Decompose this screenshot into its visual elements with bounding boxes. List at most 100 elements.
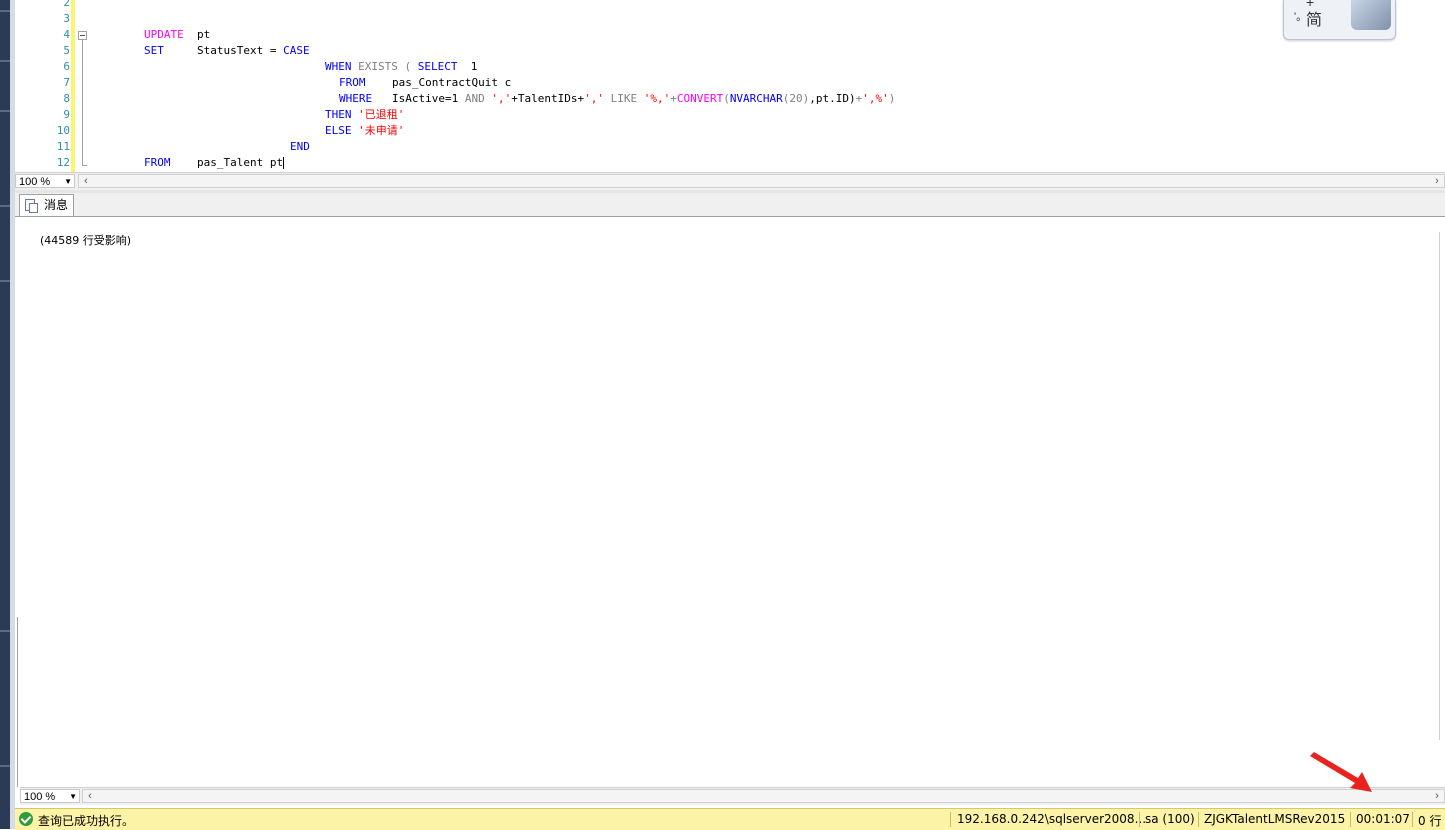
frame-tick [0,280,10,282]
scroll-right-icon[interactable]: › [1430,790,1444,802]
rows-affected-message: (44589 行受影响) [40,234,132,247]
editor-footer: 100 % ▼ ‹ › [15,172,1445,191]
messages-pane[interactable]: (44589 行受影响) [20,217,1439,786]
code-line[interactable]: FROM pas_Talent pt [144,155,285,171]
scroll-left-icon[interactable]: ‹ [83,790,97,802]
code-token: ',' [491,92,512,105]
code-token: ',' [584,92,604,105]
code-token: FROM [144,156,171,169]
code-line[interactable]: WHEN EXISTS ( SELECT 1 [325,59,477,75]
scroll-right-icon[interactable]: › [1430,175,1444,187]
code-token: '%,' [643,92,671,105]
outline-guide-end [82,165,87,166]
code-line[interactable]: SET StatusText = CASE [144,43,310,59]
status-separator [1350,812,1351,827]
line-number: 12 [56,156,70,169]
code-token: END [290,140,310,153]
code-token: '已退租' [351,108,405,121]
text-cursor [283,157,285,169]
code-token: SET [144,44,164,57]
code-token: pas_ContractQuit c [365,76,512,89]
line-number: 6 [63,60,70,73]
success-check-icon [19,812,33,826]
query-editor[interactable]: 2 3 4 5 6 7 8 9 10 11 12 UPDATE pt SET St… [15,0,1445,172]
code-token: UPDATE [144,28,184,41]
tab-messages-label: 消息 [44,198,69,212]
line-number: 10 [56,124,70,137]
editor-horizontal-scrollbar[interactable]: ‹ › [78,174,1445,188]
code-token: ) [888,92,896,105]
code-token: LIKE [603,92,644,105]
messages-vertical-scrollbar[interactable] [1439,232,1445,740]
query-status-text: 查询已成功执行。 [38,814,135,828]
results-footer: 100 % ▼ ‹ › [20,787,1445,805]
scroll-left-icon[interactable]: ‹ [79,175,93,187]
line-number: 8 [63,92,70,105]
line-number: 3 [63,12,70,25]
outline-guide [82,40,83,166]
frame-tick [0,110,10,112]
tab-messages[interactable]: 消息 [19,194,74,216]
ime-simplified-toggle[interactable]: 简 [1306,6,1322,30]
code-token: EXISTS [351,60,398,73]
status-separator [1198,812,1199,827]
line-number: 11 [56,140,70,153]
status-separator [1412,812,1413,827]
code-token: pas_Talent pt [170,156,284,169]
code-token: NVARCHAR [729,92,783,105]
status-separator [950,812,951,827]
frame-tick [0,765,10,767]
code-token: ( [723,92,730,105]
code-token: WHERE [339,92,373,105]
code-token: StatusText = [163,44,284,57]
frame-tick [0,60,10,62]
editor-zoom-select[interactable]: 100 % ▼ [15,174,75,188]
code-line[interactable]: END [290,139,310,155]
code-token: ,pt.ID) [809,92,856,105]
code-line[interactable]: FROM pas_ContractQuit c [339,75,511,91]
messages-icon [25,199,38,213]
line-number: 5 [63,44,70,57]
code-token: AND [464,92,485,105]
results-zoom-value: 100 % [24,791,56,803]
server-name: 192.168.0.242\sqlserver2008... [957,812,1147,826]
code-token: ',%' [862,92,889,105]
line-number: 2 [63,0,70,9]
frame-tick [0,630,10,632]
code-token: CASE [283,44,310,57]
code-token: SELECT [417,60,458,73]
collapse-icon[interactable] [78,31,87,40]
row-count: 0 行 [1418,814,1442,828]
code-line[interactable]: WHERE IsActive=1 AND ','+TalentIDs+',' L… [339,91,895,107]
code-token: ( [397,60,418,73]
code-line[interactable]: THEN '已退租' [325,107,404,123]
code-token: ELSE [325,124,352,137]
results-zoom-select[interactable]: 100 % ▼ [20,789,80,803]
red-arrow-annotation [1310,752,1372,792]
code-token: +TalentIDs+ [511,92,585,105]
code-token: WHEN [325,60,352,73]
results-horizontal-scrollbar[interactable]: ‹ › [82,789,1445,803]
code-token: '未申请' [351,124,405,137]
login-user: sa (100) [1145,812,1195,826]
chevron-down-icon: ▼ [69,792,77,801]
code-token: THEN [325,108,352,121]
line-number-gutter: 2 3 4 5 6 7 8 9 10 11 12 [15,0,70,172]
results-tabstrip: 消息 [15,193,1445,217]
frame-tick [0,10,10,12]
database-name: ZJGKTalentLMSRev2015 [1204,812,1346,826]
line-number: 9 [63,108,70,121]
status-separator [1139,812,1140,827]
code-token: pt [183,28,211,41]
code-line[interactable]: ELSE '未申请' [325,123,404,139]
code-line[interactable]: UPDATE pt [144,27,210,43]
line-number: 7 [63,76,70,89]
code-token: IsActive=1 [372,92,465,105]
ime-toolbar[interactable]: '。 + 简 [1283,0,1396,40]
window-left-frame [0,0,10,829]
messages-left-border [17,617,18,787]
status-bar: 查询已成功执行。 192.168.0.242\sqlserver2008... … [15,808,1445,830]
frame-tick [0,205,10,207]
ime-skin-icon [1351,0,1391,30]
editor-zoom-value: 100 % [19,176,51,188]
